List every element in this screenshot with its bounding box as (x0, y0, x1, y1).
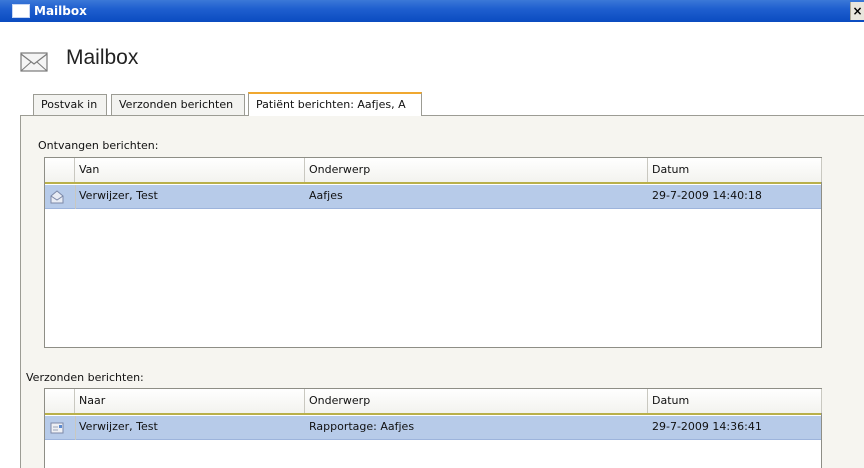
received-messages-grid[interactable]: Van Onderwerp Datum Verwijzer, Test Aafj… (44, 157, 822, 348)
sent-mail-icon (50, 422, 64, 434)
column-header-onderwerp[interactable]: Onderwerp (305, 158, 648, 182)
window-title-bar[interactable]: Mailbox × (0, 0, 864, 22)
page-header: Mailbox (0, 22, 864, 86)
tab-postvak-in[interactable]: Postvak in (33, 94, 107, 115)
column-header-naar[interactable]: Naar (75, 389, 305, 413)
column-header-van[interactable]: Van (75, 158, 305, 182)
page-title: Mailbox (66, 46, 139, 69)
column-header-datum[interactable]: Datum (648, 158, 822, 182)
received-grid-header: Van Onderwerp Datum (45, 158, 822, 184)
cell-from: Verwijzer, Test (79, 189, 158, 202)
sent-messages-grid[interactable]: Naar Onderwerp Datum Verwijzer, Test Rap… (44, 388, 822, 468)
column-header-datum[interactable]: Datum (648, 389, 822, 413)
app-icon (12, 4, 30, 18)
tab-verzonden-berichten[interactable]: Verzonden berichten (111, 94, 245, 115)
cell-subject: Aafjes (309, 189, 343, 202)
cell-date: 29-7-2009 14:36:41 (652, 420, 762, 433)
cell-subject: Rapportage: Aafjes (309, 420, 415, 433)
cell-to: Verwijzer, Test (79, 420, 158, 433)
envelope-icon (20, 52, 48, 72)
tab-strip: Postvak in Verzonden berichten Patiënt b… (0, 86, 864, 116)
close-button[interactable]: × (850, 2, 864, 20)
row-header-column (45, 158, 75, 182)
column-header-onderwerp[interactable]: Onderwerp (305, 389, 648, 413)
tab-patient-berichten[interactable]: Patiënt berichten: Aafjes, A (248, 92, 422, 116)
sent-grid-header: Naar Onderwerp Datum (45, 389, 822, 415)
row-header-column (45, 389, 75, 413)
window-title: Mailbox (34, 4, 87, 18)
open-envelope-icon (50, 190, 64, 204)
cell-date: 29-7-2009 14:40:18 (652, 189, 762, 202)
table-row[interactable]: Verwijzer, Test Rapportage: Aafjes 29-7-… (45, 416, 821, 440)
received-section-label: Ontvangen berichten: (38, 139, 159, 152)
table-row[interactable]: Verwijzer, Test Aafjes 29-7-2009 14:40:1… (45, 185, 821, 209)
sent-section-label: Verzonden berichten: (26, 371, 144, 384)
